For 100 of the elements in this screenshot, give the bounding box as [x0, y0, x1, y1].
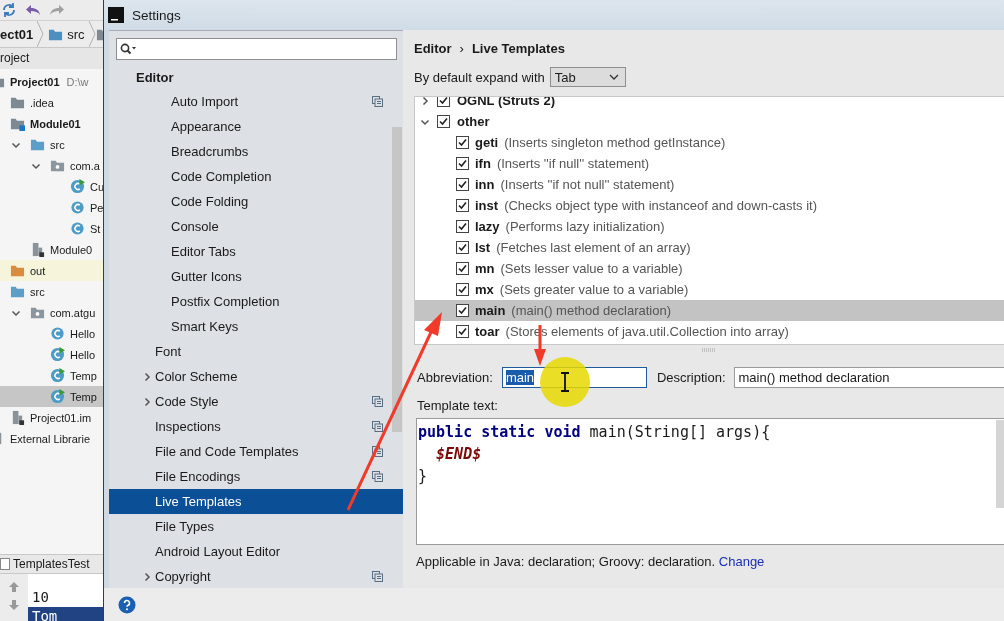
chevron-icon[interactable] [420, 97, 430, 106]
settings-nav-item[interactable]: Code Completion [109, 164, 403, 189]
checkbox[interactable] [456, 283, 469, 296]
node-label: Hello [70, 327, 96, 340]
template-row[interactable]: mn (Sets lesser value to a variable) [415, 258, 1004, 279]
tree-row[interactable]: com.a [0, 155, 103, 176]
tree-row[interactable]: Hello [0, 344, 103, 365]
settings-nav-item[interactable]: File and Code Templates [109, 439, 403, 464]
scrollbar-thumb[interactable] [996, 420, 1004, 508]
settings-nav-item[interactable]: Copyright [109, 564, 403, 589]
template-row[interactable]: main (main() method declaration) [415, 300, 1004, 321]
settings-nav-item[interactable]: Postfix Completion [109, 289, 403, 314]
template-group-row[interactable]: other [415, 111, 1004, 132]
tree-row[interactable]: src [0, 134, 103, 155]
checkbox[interactable] [456, 262, 469, 275]
project-settings-icon [372, 396, 383, 407]
node-label: St [90, 222, 101, 235]
tree-row[interactable]: src [0, 281, 103, 302]
settings-nav-item[interactable]: File Encodings [109, 464, 403, 489]
settings-nav-item[interactable]: Inspections [109, 414, 403, 439]
search-field[interactable] [116, 38, 397, 60]
help-icon[interactable] [118, 595, 136, 614]
template-row[interactable]: ifn (Inserts ''if null'' statement) [415, 153, 1004, 174]
tree-row[interactable]: External Librarie [0, 428, 103, 449]
tree-row[interactable]: .idea [0, 92, 103, 113]
settings-nav-item[interactable]: File Types [109, 514, 403, 539]
field-label: Description: [656, 369, 726, 385]
tree-row[interactable]: Cu [0, 176, 103, 197]
node-label: Hello [70, 348, 96, 361]
tree-row[interactable]: Temp [0, 386, 103, 407]
checkbox[interactable] [456, 136, 469, 149]
project-settings-icon [372, 96, 383, 107]
tree-row[interactable]: Pe [0, 197, 103, 218]
template-row[interactable]: lst (Fetches last element of an array) [415, 237, 1004, 258]
tree-row[interactable]: out [0, 260, 103, 281]
checkbox[interactable] [437, 115, 450, 128]
settings-nav-item[interactable]: Font [109, 339, 403, 364]
settings-nav-item[interactable]: Appearance [109, 114, 403, 139]
settings-nav-item[interactable]: Color Scheme [109, 364, 403, 389]
sync-icon[interactable] [1, 2, 17, 18]
node-label: Project01.im [30, 411, 92, 424]
settings-nav-item[interactable]: Android Layout Editor [109, 539, 403, 564]
scrollbar-thumb[interactable] [392, 127, 402, 432]
runnable-class-icon [50, 347, 65, 362]
breadcrumb-item[interactable]: src [67, 26, 89, 42]
runnable-class-icon [70, 179, 85, 194]
settings-nav-item[interactable]: Console [109, 214, 403, 239]
template-text-editor[interactable]: public static void main(String[] args){ $END$ } [416, 418, 1004, 545]
settings-nav-item[interactable]: Auto Import [109, 89, 403, 114]
settings-nav-item[interactable]: Code Folding [109, 189, 403, 214]
template-row[interactable]: inst (Checks object type with instanceof and down-casts it) [415, 195, 1004, 216]
node-label: Project01 [10, 75, 60, 88]
folder-icon [10, 95, 25, 110]
expand-key-dropdown[interactable]: Tab [549, 67, 626, 87]
folder-icon [10, 263, 25, 278]
template-row[interactable]: lazy (Performs lazy initialization) [415, 216, 1004, 237]
tree-row[interactable]: Project01 D:\w [0, 71, 103, 92]
template-abbreviation: main [475, 303, 506, 318]
template-row[interactable]: mx (Sets greater value to a variable) [415, 279, 1004, 300]
tree-row[interactable]: St [0, 218, 103, 239]
checkbox[interactable] [456, 304, 469, 317]
tree-row[interactable]: Hello [0, 323, 103, 344]
checkbox[interactable] [456, 157, 469, 170]
chevron-icon[interactable] [142, 396, 152, 407]
checkbox[interactable] [456, 199, 469, 212]
description-field[interactable]: main() method declaration [733, 366, 1004, 388]
checkbox[interactable] [456, 325, 469, 338]
tree-row[interactable]: com.atgu [0, 302, 103, 323]
settings-nav-item[interactable]: Editor Tabs [109, 239, 403, 264]
change-link[interactable]: Change [718, 554, 765, 569]
settings-nav-item[interactable]: Gutter Icons [109, 264, 403, 289]
file-icon [0, 558, 10, 570]
checkbox[interactable] [456, 241, 469, 254]
breadcrumb-separator-icon [37, 21, 45, 47]
field-label: Template text: [417, 398, 499, 414]
settings-nav-item[interactable]: Live Templates [109, 489, 403, 514]
tree-row[interactable]: Module0 [0, 239, 103, 260]
settings-nav-item[interactable]: Code Style [109, 389, 403, 414]
template-row[interactable]: inn (Inserts ''if not null'' statement) [415, 174, 1004, 195]
breadcrumb-item[interactable]: ect01 [0, 26, 38, 42]
template-abbreviation: mn [475, 261, 495, 276]
settings-nav-item[interactable]: Breadcrumbs [109, 139, 403, 164]
checkbox[interactable] [437, 97, 450, 107]
checkbox[interactable] [456, 178, 469, 191]
tree-row[interactable]: Module01 [0, 113, 103, 134]
checkbox[interactable] [456, 220, 469, 233]
splitter-handle[interactable] [701, 348, 717, 352]
chevron-icon[interactable] [142, 571, 152, 582]
chevron-icon[interactable] [142, 371, 152, 382]
tree-row[interactable]: Temp [0, 365, 103, 386]
project-settings-icon [372, 471, 383, 482]
panel-title: roject [0, 48, 103, 69]
template-group-name: other [457, 114, 490, 129]
module-folder-icon [10, 116, 25, 131]
folder-icon [30, 137, 45, 152]
template-abbreviation: mx [475, 282, 494, 297]
settings-nav-item[interactable]: Smart Keys [109, 314, 403, 339]
template-row[interactable]: geti (Inserts singleton method getInstance) [415, 132, 1004, 153]
template-description: (Inserts ''if null'' statement) [496, 156, 650, 171]
tree-row[interactable]: Project01.im [0, 407, 103, 428]
